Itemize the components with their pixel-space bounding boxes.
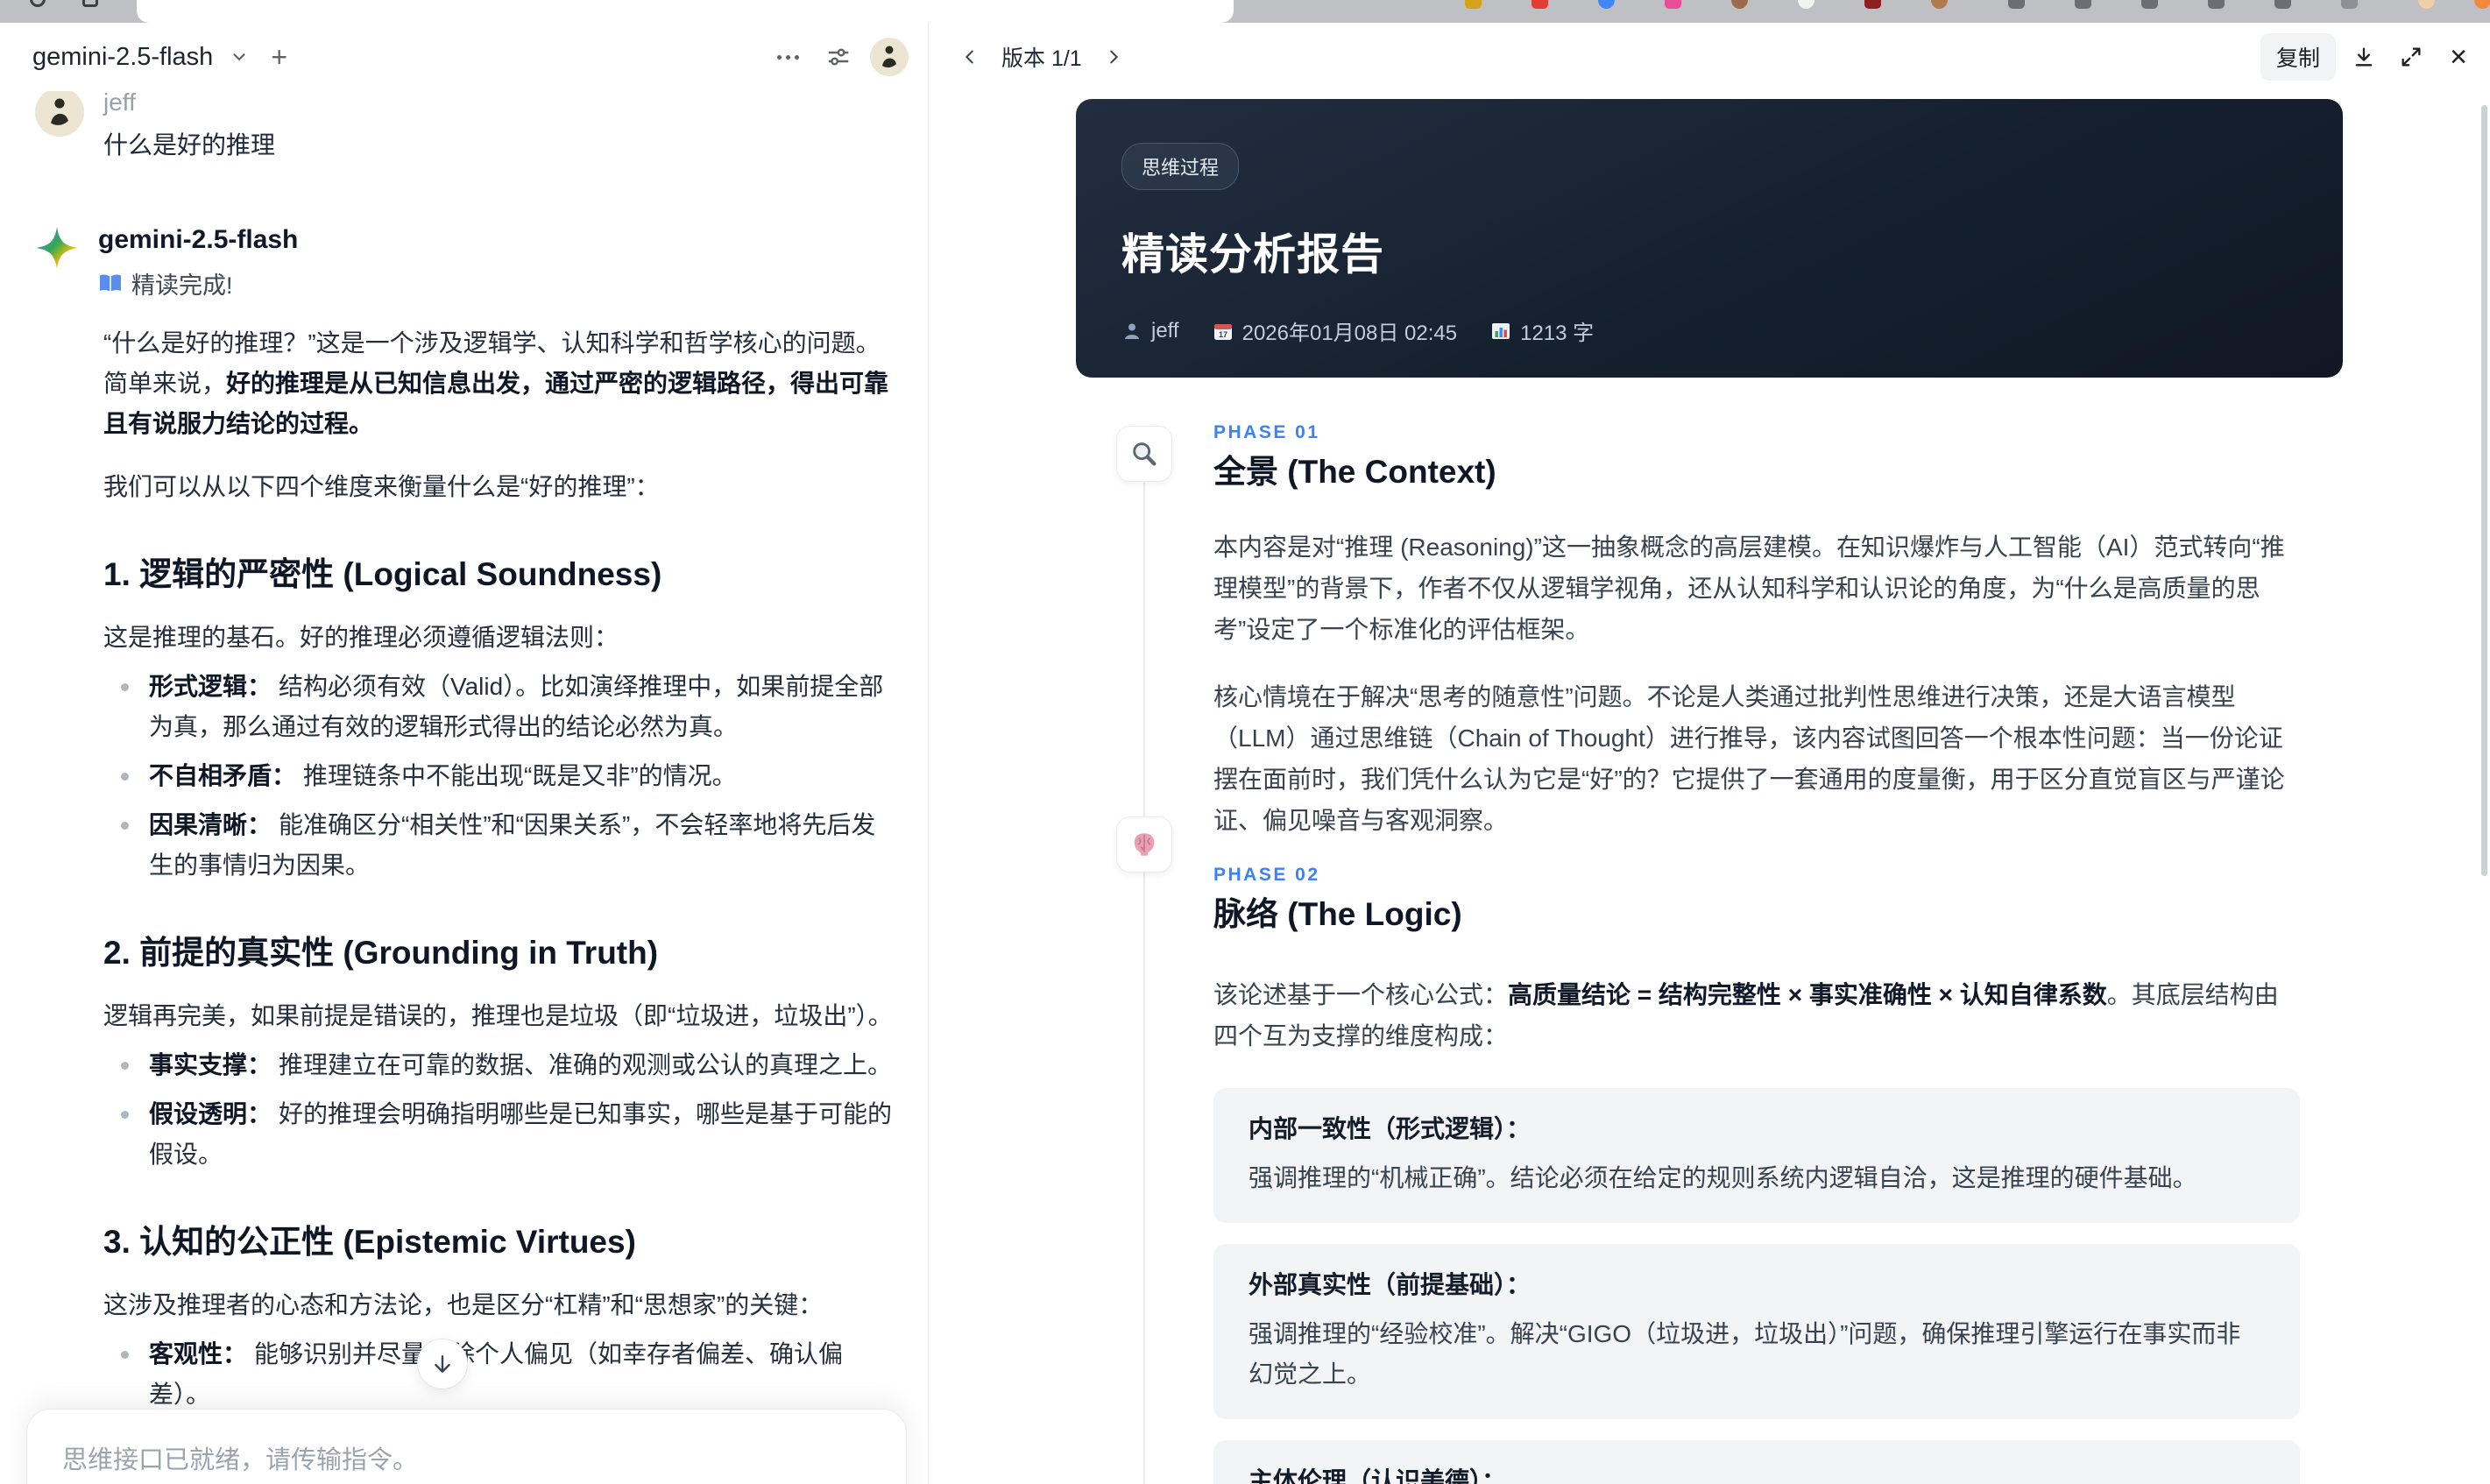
browser-toolbar — [0, 0, 2490, 23]
user-message: jeff 什么是好的推理 — [35, 88, 894, 163]
report-badge: 思维过程 — [1121, 143, 1240, 190]
section-2-title: 2. 前提的真实性 (Grounding in Truth) — [103, 935, 659, 971]
scroll-to-bottom-button[interactable] — [417, 1339, 468, 1389]
fullscreen-icon[interactable] — [2392, 38, 2430, 76]
extension-icon[interactable] — [2208, 0, 2225, 9]
extension-icon[interactable] — [2474, 0, 2490, 9]
app-window: gemini-2.5-flash + jeff 什么是好的推理 gemini-2… — [0, 23, 2490, 1484]
extension-icon[interactable] — [2274, 0, 2291, 9]
section-1-lead: 这是推理的基石。好的推理必须遵循逻辑法则： — [103, 624, 619, 651]
section-2-list: 事实支撑： 推理建立在可靠的数据、准确的观测或公认的真理之上。 假设透明： 好的推理… — [103, 1045, 894, 1175]
section-1-title: 1. 逻辑的严密性 (Logical Soundness) — [103, 556, 662, 592]
composer-placeholder[interactable]: 思维接口已就绪，请传输指令。 — [62, 1439, 871, 1476]
more-options-icon[interactable] — [768, 38, 807, 76]
phase-2-formula: 该论述基于一个核心公式：高质量结论 = 结构完整性 × 事实准确性 × 认知自律… — [1213, 981, 2279, 1049]
message-composer[interactable]: 思维接口已就绪，请传输指令。 + — [26, 1409, 907, 1484]
section-1-list: 形式逻辑： 结构必须有效（Valid）。比如演绎推理中，如果前提全部为真，那么通过… — [103, 667, 894, 886]
meta-author: jeff — [1121, 319, 1179, 343]
extension-icon[interactable] — [1864, 0, 1881, 9]
meta-word-count: 1213 字 — [1490, 315, 1594, 346]
chat-thread: jeff 什么是好的推理 gemini-2.5-flash 精读完成! “什么是… — [35, 84, 894, 1484]
phase-2-title: 脉络 (The Logic) — [1213, 896, 1462, 932]
calendar-icon: 17 — [1213, 323, 1232, 340]
magnifier-icon — [1133, 442, 1157, 466]
next-version-icon[interactable] — [1094, 38, 1133, 76]
section-2-lead: 逻辑再完美，如果前提是错误的，推理也是垃圾（即“垃圾进，垃圾出”）。 — [103, 1002, 893, 1029]
list-item: 因果清晰： 能准确区分“相关性”和“因果关系”，不会轻率地将先后发生的事情归为因果… — [103, 805, 894, 886]
extension-icon[interactable] — [1665, 0, 1681, 9]
meta-date: 17 2026年01月08日 02:45 — [1213, 315, 1457, 346]
phase-1-node — [1116, 426, 1172, 482]
dimension-card: 外部真实性（前提基础）： 强调推理的“经验校准”。解决“GIGO（垃圾进，垃圾出… — [1213, 1244, 2300, 1419]
assistant-message: gemini-2.5-flash 精读完成! — [35, 224, 894, 300]
report-body: PHASE 01 全景 (The Context) 本内容是对“推理 (Reas… — [1213, 421, 2300, 1484]
svg-text:17: 17 — [1219, 330, 1227, 339]
list-item: 客观性： 能够识别并尽量排除个人偏见（如幸存者偏差、确认偏差）。 — [103, 1334, 894, 1415]
extension-icon[interactable] — [2075, 0, 2091, 9]
chat-header: gemini-2.5-flash + — [0, 23, 928, 91]
list-item: 事实支撑： 推理建立在可靠的数据、准确的观测或公认的真理之上。 — [103, 1045, 894, 1085]
copy-button[interactable]: 复制 — [2260, 33, 2336, 81]
profile-avatar-icon[interactable] — [2418, 0, 2435, 9]
bar-chart-icon — [1492, 322, 1510, 339]
extension-icon[interactable] — [2341, 0, 2358, 9]
dimension-line: 我们可以从以下四个维度来衡量什么是“好的推理”： — [103, 473, 660, 500]
person-icon — [1125, 323, 1139, 339]
report-hero-card: 思维过程 精读分析报告 jeff 17 2026年01月08日 02:45 12… — [1076, 99, 2343, 378]
user-name: jeff — [103, 88, 136, 116]
reload-icon[interactable] — [30, 0, 46, 7]
assistant-status: 精读完成! — [98, 266, 888, 300]
book-icon — [98, 273, 123, 294]
report-title: 精读分析报告 — [1121, 231, 1385, 279]
extension-icon[interactable] — [2141, 0, 2158, 9]
report-meta: jeff 17 2026年01月08日 02:45 1213 字 — [1121, 315, 2297, 346]
phase-1-paragraph: 核心情境在于解决“思考的随意性”问题。不论是人类通过批判性思维进行决策，还是大语… — [1213, 683, 2285, 834]
assistant-name: gemini-2.5-flash — [98, 225, 299, 254]
artifact-panel: 版本 1/1 复制 × 思维过程 精读分析报告 jeff 17 2026年01月… — [930, 23, 2490, 1484]
list-item: 假设透明： 好的推理会明确指明哪些是已知事实，哪些是基于可能的假设。 — [103, 1094, 894, 1175]
arrow-down-icon — [435, 1355, 450, 1373]
phase-2-label: PHASE 02 — [1213, 865, 1320, 885]
extension-icon[interactable] — [1798, 0, 1814, 9]
assistant-markdown: “什么是好的推理？”这是一个涉及逻辑学、认知科学和哲学核心的问题。简单来说，好的… — [103, 323, 894, 1484]
gemini-logo-icon — [35, 226, 79, 270]
user-message-text: 什么是好的推理 — [103, 131, 276, 159]
close-icon[interactable]: × — [2439, 38, 2478, 76]
extension-icon[interactable] — [1465, 0, 1482, 9]
brain-icon — [1134, 833, 1155, 856]
chevron-down-icon[interactable] — [220, 38, 258, 76]
phase-2-node — [1116, 816, 1172, 873]
extension-icon[interactable] — [1731, 0, 1748, 9]
phase-1-label: PHASE 01 — [1213, 422, 1320, 442]
dimension-card: 主体伦理（认识美德）： 转向推理者的心理特征。引入奥卡姆剃刀和反向论证，旨在克服… — [1213, 1440, 2300, 1484]
chat-panel: gemini-2.5-flash + jeff 什么是好的推理 gemini-2… — [0, 23, 929, 1484]
model-selector[interactable]: gemini-2.5-flash — [32, 43, 213, 72]
extension-icon[interactable] — [2008, 0, 2025, 9]
download-icon[interactable] — [2345, 38, 2383, 76]
dimension-card: 内部一致性（形式逻辑）： 强调推理的“机械正确”。结论必须在给定的规则系统内逻辑… — [1213, 1088, 2300, 1223]
intro-paragraph: “什么是好的推理？”这是一个涉及逻辑学、认知科学和哲学核心的问题。简单来说，好的… — [103, 329, 889, 437]
list-item: 形式逻辑： 结构必须有效（Valid）。比如演绎推理中，如果前提全部为真，那么通过… — [103, 667, 894, 747]
extension-icon[interactable] — [1531, 0, 1548, 9]
apps-grid-icon[interactable] — [82, 0, 98, 7]
phase-1-section: PHASE 01 全景 (The Context) 本内容是对“推理 (Reas… — [1213, 421, 2300, 841]
timeline-line — [1143, 483, 1145, 1484]
scrollbar-thumb[interactable] — [2481, 105, 2487, 876]
section-3-title: 3. 认知的公正性 (Epistemic Virtues) — [103, 1224, 636, 1260]
artifact-header: 版本 1/1 复制 × — [930, 23, 2490, 91]
sliders-settings-icon[interactable] — [819, 38, 858, 76]
version-label: 版本 1/1 — [1001, 46, 1082, 71]
section-3-lead: 这涉及推理者的心态和方法论，也是区分“杠精”和“思想家”的关键： — [103, 1291, 824, 1318]
phase-1-title: 全景 (The Context) — [1213, 454, 1496, 490]
phase-2-section: PHASE 02 脉络 (The Logic) 该论述基于一个核心公式：高质量结… — [1213, 864, 2300, 1484]
user-avatar[interactable] — [870, 38, 909, 76]
new-chat-button[interactable]: + — [271, 43, 287, 71]
user-avatar — [35, 88, 84, 137]
list-item: 不自相矛盾： 推理链条中不能出现“既是又非”的情况。 — [103, 756, 894, 796]
extension-icon[interactable] — [1598, 0, 1615, 9]
browser-address-bar[interactable] — [137, 0, 1234, 23]
phase-1-paragraph: 本内容是对“推理 (Reasoning)”这一抽象概念的高层建模。在知识爆炸与人… — [1213, 534, 2285, 643]
extension-icon[interactable] — [1931, 0, 1948, 9]
previous-version-icon[interactable] — [951, 38, 989, 76]
